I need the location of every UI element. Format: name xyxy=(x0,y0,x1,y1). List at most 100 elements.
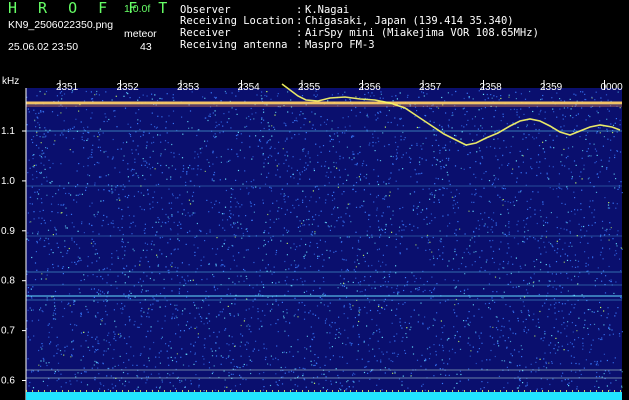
noise-dot xyxy=(56,352,58,354)
noise-dot xyxy=(157,217,159,219)
noise-dot xyxy=(440,168,442,170)
noise-dot xyxy=(561,345,563,347)
noise-dot xyxy=(363,256,365,258)
noise-dot xyxy=(300,277,302,279)
noise-dot xyxy=(543,151,546,153)
noise-dot xyxy=(446,188,448,190)
noise-dot xyxy=(557,196,559,198)
noise-dot xyxy=(251,158,253,160)
noise-dot xyxy=(372,333,374,335)
noise-dot xyxy=(250,331,252,333)
noise-dot xyxy=(536,222,538,225)
noise-dot xyxy=(70,194,72,196)
noise-dot xyxy=(467,119,469,121)
noise-dot xyxy=(500,296,503,299)
noise-dot xyxy=(38,112,40,114)
noise-dot xyxy=(604,197,606,199)
noise-dot xyxy=(225,328,227,330)
noise-dot xyxy=(54,313,57,315)
noise-dot xyxy=(558,310,560,312)
noise-dot xyxy=(260,173,262,175)
receiver-colon: : xyxy=(296,27,303,39)
noise-dot xyxy=(320,151,322,153)
noise-dot xyxy=(399,92,401,94)
noise-dot xyxy=(463,292,465,295)
noise-dot xyxy=(480,332,482,334)
noise-dot xyxy=(214,203,216,205)
noise-dot xyxy=(265,267,267,269)
noise-dot xyxy=(558,301,560,304)
noise-dot xyxy=(263,343,265,345)
noise-dot xyxy=(574,266,577,268)
noise-dot xyxy=(70,356,72,358)
noise-dot xyxy=(330,383,332,385)
noise-dot xyxy=(333,251,335,253)
noise-dot xyxy=(405,225,407,228)
noise-dot xyxy=(455,286,457,288)
noise-dot xyxy=(107,388,109,391)
noise-dot xyxy=(60,373,62,375)
noise-dot xyxy=(448,180,450,182)
noise-dot xyxy=(132,364,134,366)
noise-dot xyxy=(512,201,514,203)
noise-dot xyxy=(273,266,275,268)
noise-dot xyxy=(48,336,50,338)
noise-dot xyxy=(497,178,499,180)
noise-dot xyxy=(27,291,29,293)
noise-dot xyxy=(525,385,527,387)
noise-dot xyxy=(174,388,177,390)
noise-dot xyxy=(558,346,560,348)
noise-dot xyxy=(321,373,323,375)
noise-dot xyxy=(524,264,526,266)
noise-dot xyxy=(135,112,137,114)
noise-dot xyxy=(40,142,42,144)
noise-dot xyxy=(181,380,183,382)
noise-dot xyxy=(369,337,371,340)
noise-dot xyxy=(36,240,38,243)
noise-dot xyxy=(551,361,553,363)
noise-dot xyxy=(41,150,43,152)
noise-dot xyxy=(357,324,359,326)
noise-dot xyxy=(520,345,522,347)
noise-dot xyxy=(297,316,299,318)
noise-dot xyxy=(293,260,296,262)
noise-dot xyxy=(267,162,269,164)
noise-dot xyxy=(116,250,118,252)
noise-dot xyxy=(137,123,139,125)
noise-dot xyxy=(349,303,351,305)
noise-dot xyxy=(115,281,117,283)
noise-dot xyxy=(33,335,35,337)
noise-dot xyxy=(136,326,139,328)
noise-dot xyxy=(143,371,145,373)
noise-dot xyxy=(150,304,152,306)
noise-dot xyxy=(543,224,545,226)
noise-dot xyxy=(325,376,327,378)
noise-dot xyxy=(371,318,373,321)
noise-dot xyxy=(249,325,251,327)
noise-dot xyxy=(453,199,455,202)
noise-dot xyxy=(231,303,233,305)
noise-dot xyxy=(122,258,124,260)
noise-dot xyxy=(160,350,162,352)
noise-dot xyxy=(34,262,37,264)
noise-dot xyxy=(402,154,404,156)
noise-dot xyxy=(494,301,496,303)
noise-dot xyxy=(29,167,31,169)
noise-dot xyxy=(557,342,559,344)
noise-dot xyxy=(545,236,547,238)
noise-dot xyxy=(32,286,34,288)
noise-dot xyxy=(215,253,217,255)
noise-dot xyxy=(71,237,73,239)
noise-dot xyxy=(184,214,187,216)
noise-dot xyxy=(96,276,98,278)
noise-dot xyxy=(165,127,167,129)
noise-dot xyxy=(621,385,623,387)
noise-dot xyxy=(59,350,62,352)
noise-dot xyxy=(285,283,288,285)
noise-dot xyxy=(276,200,278,202)
noise-dot xyxy=(447,214,449,216)
noise-dot xyxy=(364,126,366,128)
noise-dot xyxy=(498,345,500,347)
noise-dot xyxy=(384,228,386,230)
noise-dot xyxy=(119,336,121,339)
